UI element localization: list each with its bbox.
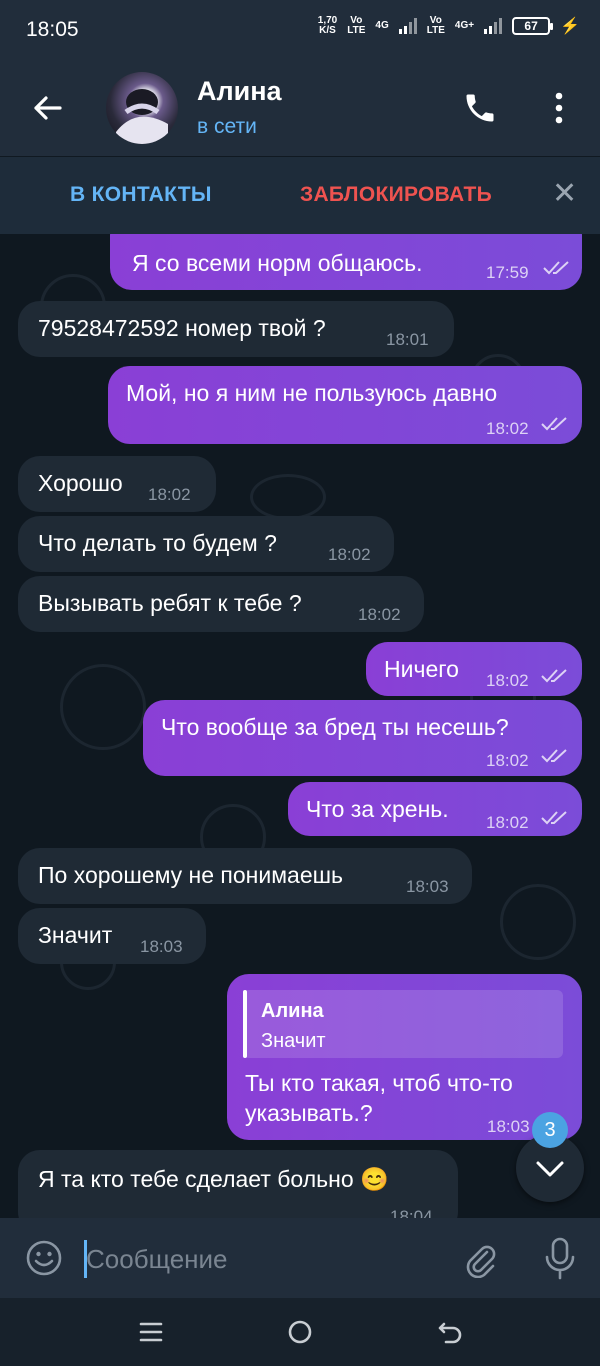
- sim1-volte: Vo LTE: [347, 16, 365, 36]
- read-checkmarks-icon: [541, 811, 567, 825]
- message-text: Я та кто тебе сделает больно 😊: [38, 1166, 389, 1192]
- message-text: Я со всеми норм общаюсь.: [132, 250, 423, 276]
- message-text: Значит: [38, 922, 113, 948]
- microphone-icon[interactable]: [540, 1236, 580, 1280]
- message-text: Мой, но я ним не пользуюсь давно: [126, 380, 498, 406]
- home-icon[interactable]: [286, 1318, 314, 1346]
- battery-icon: 67: [512, 17, 554, 35]
- more-vertical-icon[interactable]: [545, 88, 573, 128]
- system-back-icon[interactable]: [434, 1316, 466, 1348]
- message-outgoing-reply[interactable]: Алина Значит Ты кто такая, чтоб что-то у…: [227, 974, 582, 1140]
- block-user-button[interactable]: ЗАБЛОКИРОВАТЬ: [300, 183, 492, 207]
- contact-name[interactable]: Алина: [197, 76, 282, 107]
- message-time: 18:03: [140, 937, 183, 956]
- message-time: 18:02: [486, 419, 529, 438]
- unread-count-badge: 3: [532, 1112, 568, 1148]
- network-speed: 1,70 K/S: [318, 16, 337, 36]
- message-text: Что вообще за бред ты несешь?: [161, 714, 509, 740]
- message-time: 18:03: [406, 877, 449, 896]
- message-composer: [0, 1218, 600, 1298]
- avatar[interactable]: [106, 72, 178, 144]
- read-checkmarks-icon: [541, 749, 567, 763]
- system-nav-bar: [0, 1298, 600, 1366]
- message-list[interactable]: Я со всеми норм общаюсь. 17:59 795284725…: [0, 234, 600, 1218]
- message-outgoing[interactable]: Я со всеми норм общаюсь. 17:59: [110, 234, 582, 290]
- message-outgoing[interactable]: Ничего 18:02: [366, 642, 582, 696]
- message-incoming[interactable]: Хорошо 18:02: [18, 456, 216, 512]
- message-time: 18:02: [358, 605, 401, 624]
- reply-quote-bar: [243, 990, 247, 1058]
- message-text: По хорошему не понимаешь: [38, 862, 344, 888]
- arrow-left-icon[interactable]: [28, 88, 68, 128]
- message-text: Что за хрень.: [306, 796, 449, 822]
- contact-status: в сети: [197, 115, 257, 138]
- message-text: Хорошо: [38, 470, 123, 496]
- charging-icon: ⚡: [560, 18, 580, 35]
- message-outgoing[interactable]: Что вообще за бред ты несешь? 18:02: [143, 700, 582, 776]
- sim1-volte-bottom: LTE: [347, 25, 366, 36]
- sim2-signal-icon: [484, 18, 503, 34]
- phone-icon[interactable]: [462, 90, 498, 126]
- network-speed-unit: K/S: [319, 25, 336, 36]
- message-text: Вызывать ребят к тебе ?: [38, 590, 302, 616]
- message-text-line2: указывать.?: [245, 1100, 373, 1126]
- message-time: 17:59: [486, 263, 529, 282]
- wallpaper-doodle: [60, 664, 146, 750]
- emoji-icon[interactable]: [24, 1238, 64, 1278]
- status-indicators: 1,70 K/S Vo LTE 4G Vo LTE 4G+ 67 ⚡: [318, 16, 580, 36]
- sim1-network-type: 4G: [375, 20, 389, 31]
- read-checkmarks-icon: [541, 669, 567, 683]
- sim1-signal-icon: [398, 18, 417, 34]
- message-text: Ничего: [384, 656, 459, 682]
- status-bar: 18:05 1,70 K/S Vo LTE 4G Vo LTE 4G+ 67 ⚡: [0, 0, 600, 60]
- wallpaper-doodle: [250, 474, 326, 520]
- message-time: 18:02: [486, 813, 529, 832]
- read-checkmarks-icon: [541, 417, 567, 431]
- message-text: Что делать то будем ?: [38, 530, 277, 556]
- message-outgoing[interactable]: Мой, но я ним не пользуюсь давно 18:02: [108, 366, 582, 444]
- message-time: 18:01: [386, 330, 429, 349]
- sim2-volte-bottom: LTE: [426, 25, 445, 36]
- message-incoming[interactable]: Значит 18:03: [18, 908, 206, 964]
- sim2-volte: Vo LTE: [427, 16, 445, 36]
- sim2-network-type: 4G+: [454, 20, 475, 31]
- message-input[interactable]: [84, 1238, 428, 1280]
- message-incoming[interactable]: 79528472592 номер твой ? 18:01: [18, 301, 454, 357]
- message-time: 18:02: [486, 751, 529, 770]
- message-time: 18:02: [328, 545, 371, 564]
- message-incoming[interactable]: Вызывать ребят к тебе ? 18:02: [18, 576, 424, 632]
- reply-quote[interactable]: Алина Значит: [243, 990, 563, 1058]
- chat-header: Алина в сети: [0, 60, 600, 156]
- wallpaper-doodle: [500, 884, 576, 960]
- recent-apps-icon[interactable]: [136, 1320, 166, 1344]
- reply-author: Алина: [261, 1000, 324, 1022]
- reply-text: Значит: [261, 1030, 326, 1052]
- read-checkmarks-icon: [543, 261, 569, 275]
- message-text-line1: Ты кто такая, чтоб что-то: [245, 1070, 513, 1096]
- add-to-contacts-button[interactable]: В КОНТАКТЫ: [70, 183, 212, 207]
- close-icon[interactable]: ✕: [552, 179, 577, 209]
- message-incoming[interactable]: Я та кто тебе сделает больно 😊 18:04: [18, 1150, 458, 1218]
- message-incoming[interactable]: Что делать то будем ? 18:02: [18, 516, 394, 572]
- message-time: 18:04: [390, 1207, 433, 1218]
- message-incoming[interactable]: По хорошему не понимаешь 18:03: [18, 848, 472, 904]
- message-time: 18:02: [486, 671, 529, 690]
- status-time: 18:05: [26, 18, 79, 41]
- paperclip-icon[interactable]: [460, 1238, 500, 1278]
- message-text: 79528472592 номер твой ?: [38, 315, 326, 341]
- message-outgoing[interactable]: Что за хрень. 18:02: [288, 782, 582, 836]
- action-bar: В КОНТАКТЫ ЗАБЛОКИРОВАТЬ ✕: [0, 156, 600, 235]
- message-time: 18:02: [148, 485, 191, 504]
